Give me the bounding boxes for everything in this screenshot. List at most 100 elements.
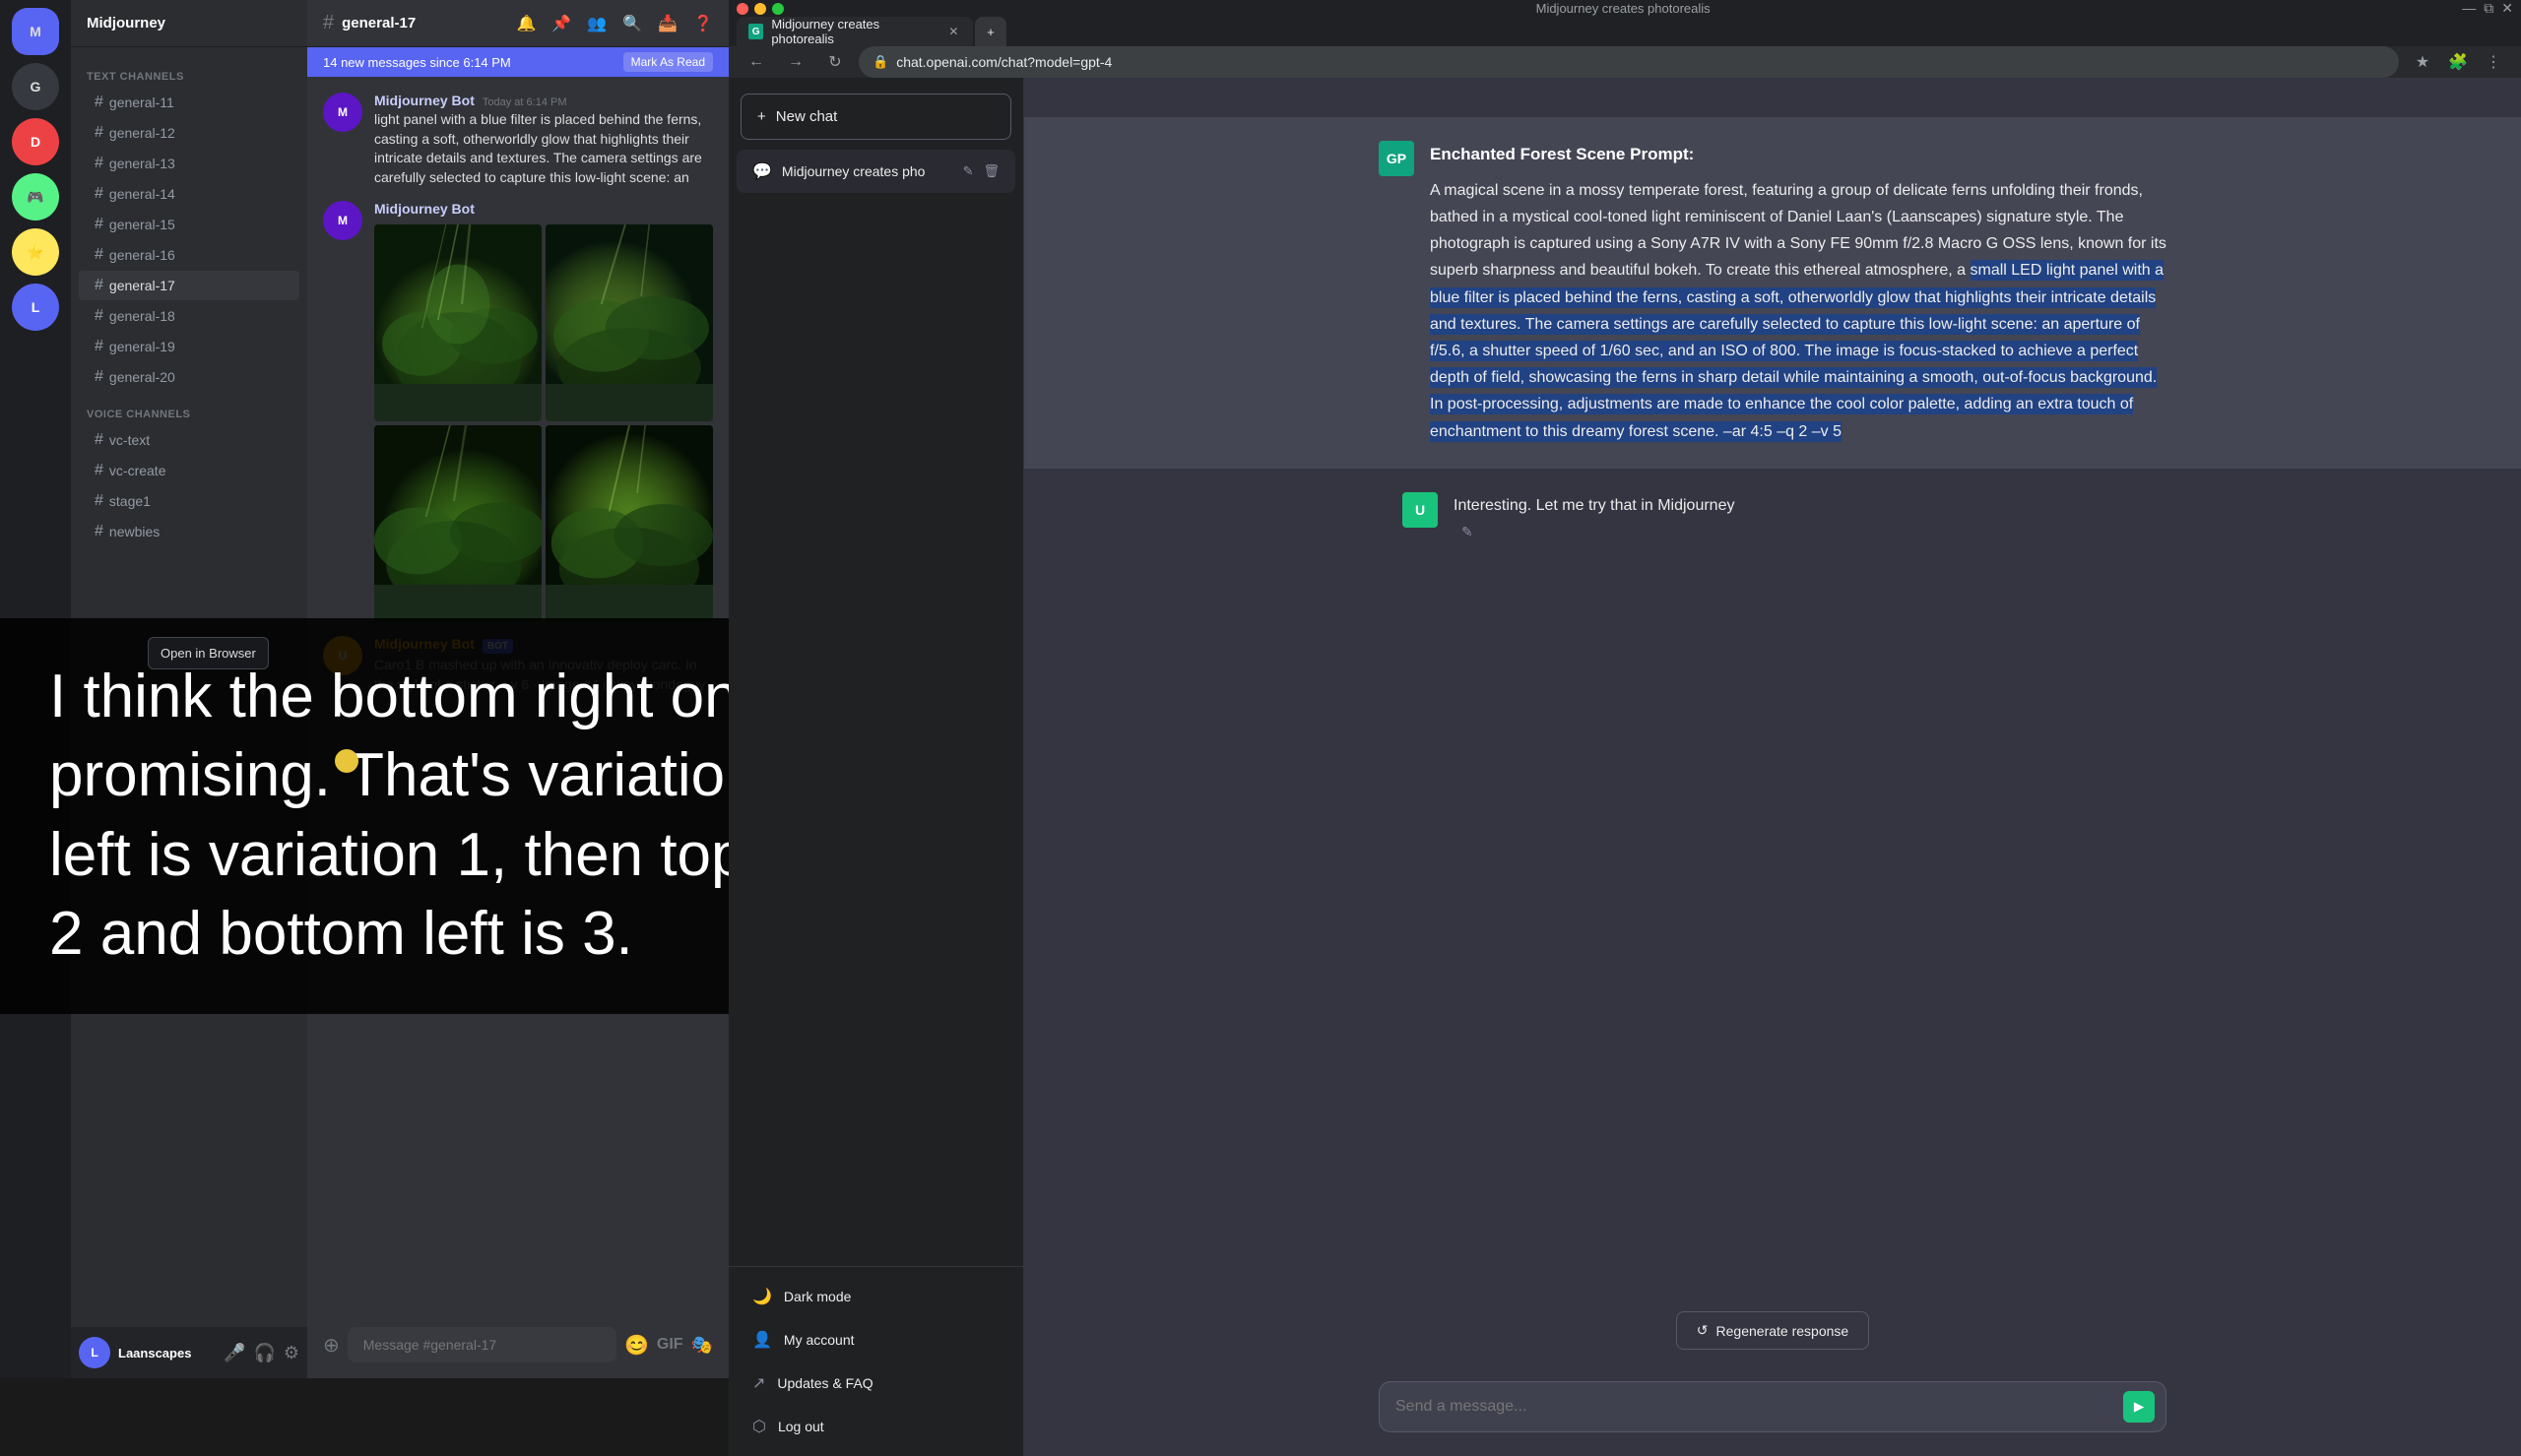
channel-label: newbies [109, 524, 160, 539]
channel-general-15[interactable]: # general-15 [79, 210, 299, 239]
active-browser-tab[interactable]: G Midjourney creates photorealis ✕ [737, 17, 973, 46]
dark-mode-menu-item[interactable]: 🌙 Dark mode [737, 1275, 1015, 1318]
log-out-menu-item[interactable]: ⬡ Log out [737, 1405, 1015, 1448]
chatgpt-message-input[interactable] [1379, 1381, 2166, 1432]
image-cell-4[interactable] [546, 425, 713, 622]
chat-history-label: Midjourney creates pho [782, 163, 926, 179]
updates-faq-menu-item[interactable]: ↗ Updates & FAQ [737, 1361, 1015, 1405]
message-inner-1: GP Enchanted Forest Scene Prompt: A magi… [1379, 141, 2166, 445]
image-cell-2[interactable] [546, 224, 713, 421]
hash-icon: # [95, 492, 103, 510]
browser-menu-icon[interactable]: ⋮ [2478, 46, 2509, 78]
hash-icon: # [95, 216, 103, 233]
chatgpt-input-area: ▶ [1024, 1365, 2521, 1456]
window-tile-icon[interactable]: ⧉ [2484, 0, 2493, 17]
server-name[interactable]: Midjourney [71, 0, 307, 47]
pins-icon[interactable]: 📌 [551, 14, 571, 33]
chatgpt-send-button[interactable]: ▶ [2123, 1391, 2155, 1423]
channel-general-17[interactable]: # general-17 [79, 271, 299, 300]
browser-window: Midjourney creates photorealis — ⧉ ✕ G M… [729, 0, 2521, 1378]
help-icon[interactable]: ❓ [693, 14, 713, 33]
gif-icon[interactable]: GIF [657, 1336, 683, 1354]
new-tab-button[interactable]: + [975, 17, 1006, 46]
image-cell-1[interactable] [374, 224, 542, 421]
regenerate-response-button[interactable]: ↺ Regenerate response [1676, 1311, 1869, 1350]
inbox-icon[interactable]: 📥 [658, 14, 678, 33]
channel-general-11[interactable]: # general-11 [79, 88, 299, 117]
lock-icon: 🔒 [873, 54, 888, 70]
hash-icon: # [95, 185, 103, 203]
address-bar[interactable]: 🔒 chat.openai.com/chat?model=gpt-4 [859, 46, 2399, 78]
server-icon-4[interactable]: 🎮 [12, 173, 59, 221]
channel-general-13[interactable]: # general-13 [79, 149, 299, 178]
mute-icon[interactable]: 🎤 [224, 1343, 245, 1363]
members-icon[interactable]: 👥 [587, 14, 607, 33]
moon-icon: 🌙 [752, 1287, 772, 1306]
assistant-text-1: Enchanted Forest Scene Prompt: A magical… [1430, 141, 2166, 445]
log-out-label: Log out [778, 1419, 824, 1434]
back-button[interactable]: ← [741, 46, 772, 78]
window-minimize-button[interactable] [754, 3, 766, 15]
image-cell-3[interactable] [374, 425, 542, 622]
midjourney-server-icon[interactable]: M [12, 8, 59, 55]
hash-icon: # [95, 246, 103, 264]
search-icon[interactable]: 🔍 [622, 14, 642, 33]
window-close-button[interactable] [737, 3, 748, 15]
window-x-icon[interactable]: ✕ [2501, 0, 2513, 17]
chatgpt-main-content: GP Enchanted Forest Scene Prompt: A magi… [1024, 78, 2521, 1456]
message-content-1: Midjourney Bot Today at 6:14 PM light pa… [374, 93, 713, 187]
mark-as-read-button[interactable]: Mark As Read [623, 52, 713, 72]
channel-general-20[interactable]: # general-20 [79, 362, 299, 392]
logout-icon: ⬡ [752, 1417, 766, 1436]
browser-toolbar: ← → ↻ 🔒 chat.openai.com/chat?model=gpt-4… [729, 46, 2521, 78]
channel-general-19[interactable]: # general-19 [79, 332, 299, 361]
channel-vc-create[interactable]: # vc-create [79, 456, 299, 485]
channel-label: general-14 [109, 186, 175, 202]
forward-button[interactable]: → [780, 46, 811, 78]
channel-stage1[interactable]: # stage1 [79, 486, 299, 516]
bookmark-icon[interactable]: ★ [2407, 46, 2438, 78]
deafen-icon[interactable]: 🎧 [253, 1343, 275, 1363]
edit-message-icon[interactable]: ✎ [1461, 524, 1473, 539]
message-content-images: Midjourney Bot [374, 201, 713, 622]
server-icon-2[interactable]: G [12, 63, 59, 110]
edit-icon[interactable]: ✎ [963, 163, 974, 179]
server-icon-6[interactable]: L [12, 284, 59, 331]
chat-history-item-0[interactable]: 💬 Midjourney creates pho ✎ 🗑 [737, 150, 1015, 193]
discord-message-input[interactable] [348, 1327, 616, 1362]
channel-label: general-11 [109, 95, 174, 110]
new-messages-bar[interactable]: 14 new messages since 6:14 PM Mark As Re… [307, 47, 729, 77]
hash-icon: # [95, 368, 103, 386]
refresh-button[interactable]: ↻ [819, 46, 851, 78]
my-account-label: My account [784, 1332, 855, 1348]
username: Laanscapes [118, 1346, 216, 1361]
emoji-icon[interactable]: 😊 [624, 1333, 649, 1358]
channel-general-14[interactable]: # general-14 [79, 179, 299, 209]
settings-icon[interactable]: ⚙ [284, 1343, 299, 1363]
new-messages-count: 14 new messages since 6:14 PM [323, 55, 511, 70]
channel-general-16[interactable]: # general-16 [79, 240, 299, 270]
channel-general-18[interactable]: # general-18 [79, 301, 299, 331]
my-account-menu-item[interactable]: 👤 My account [737, 1318, 1015, 1361]
new-chat-button[interactable]: + New chat [741, 94, 1011, 140]
server-icon-3[interactable]: D [12, 118, 59, 165]
attach-icon[interactable]: ⊕ [323, 1333, 340, 1358]
person-icon: 👤 [752, 1330, 772, 1350]
notification-bell-icon[interactable]: 🔔 [516, 14, 536, 33]
chatgpt-sidebar: + New chat 💬 Midjourney creates pho ✎ 🗑 … [729, 78, 1024, 1456]
extension-icon[interactable]: 🧩 [2442, 46, 2474, 78]
channel-label: general-19 [109, 339, 175, 354]
channel-vc-text[interactable]: # vc-text [79, 425, 299, 455]
tab-close-button[interactable]: ✕ [946, 24, 961, 39]
channel-newbies[interactable]: # newbies [79, 517, 299, 546]
chat-header: # general-17 🔔 📌 👥 🔍 📥 ❓ [307, 0, 729, 47]
window-maximize-button[interactable] [772, 3, 784, 15]
channel-general-12[interactable]: # general-12 [79, 118, 299, 148]
image-grid[interactable] [374, 224, 713, 622]
sticker-icon[interactable]: 🎭 [691, 1335, 713, 1356]
window-collapse-icon[interactable]: — [2462, 0, 2476, 17]
server-icon-5[interactable]: ⭐ [12, 228, 59, 276]
updates-faq-label: Updates & FAQ [777, 1375, 873, 1391]
trash-icon[interactable]: 🗑 [983, 163, 1000, 179]
open-browser-tooltip[interactable]: Open in Browser [148, 637, 269, 669]
